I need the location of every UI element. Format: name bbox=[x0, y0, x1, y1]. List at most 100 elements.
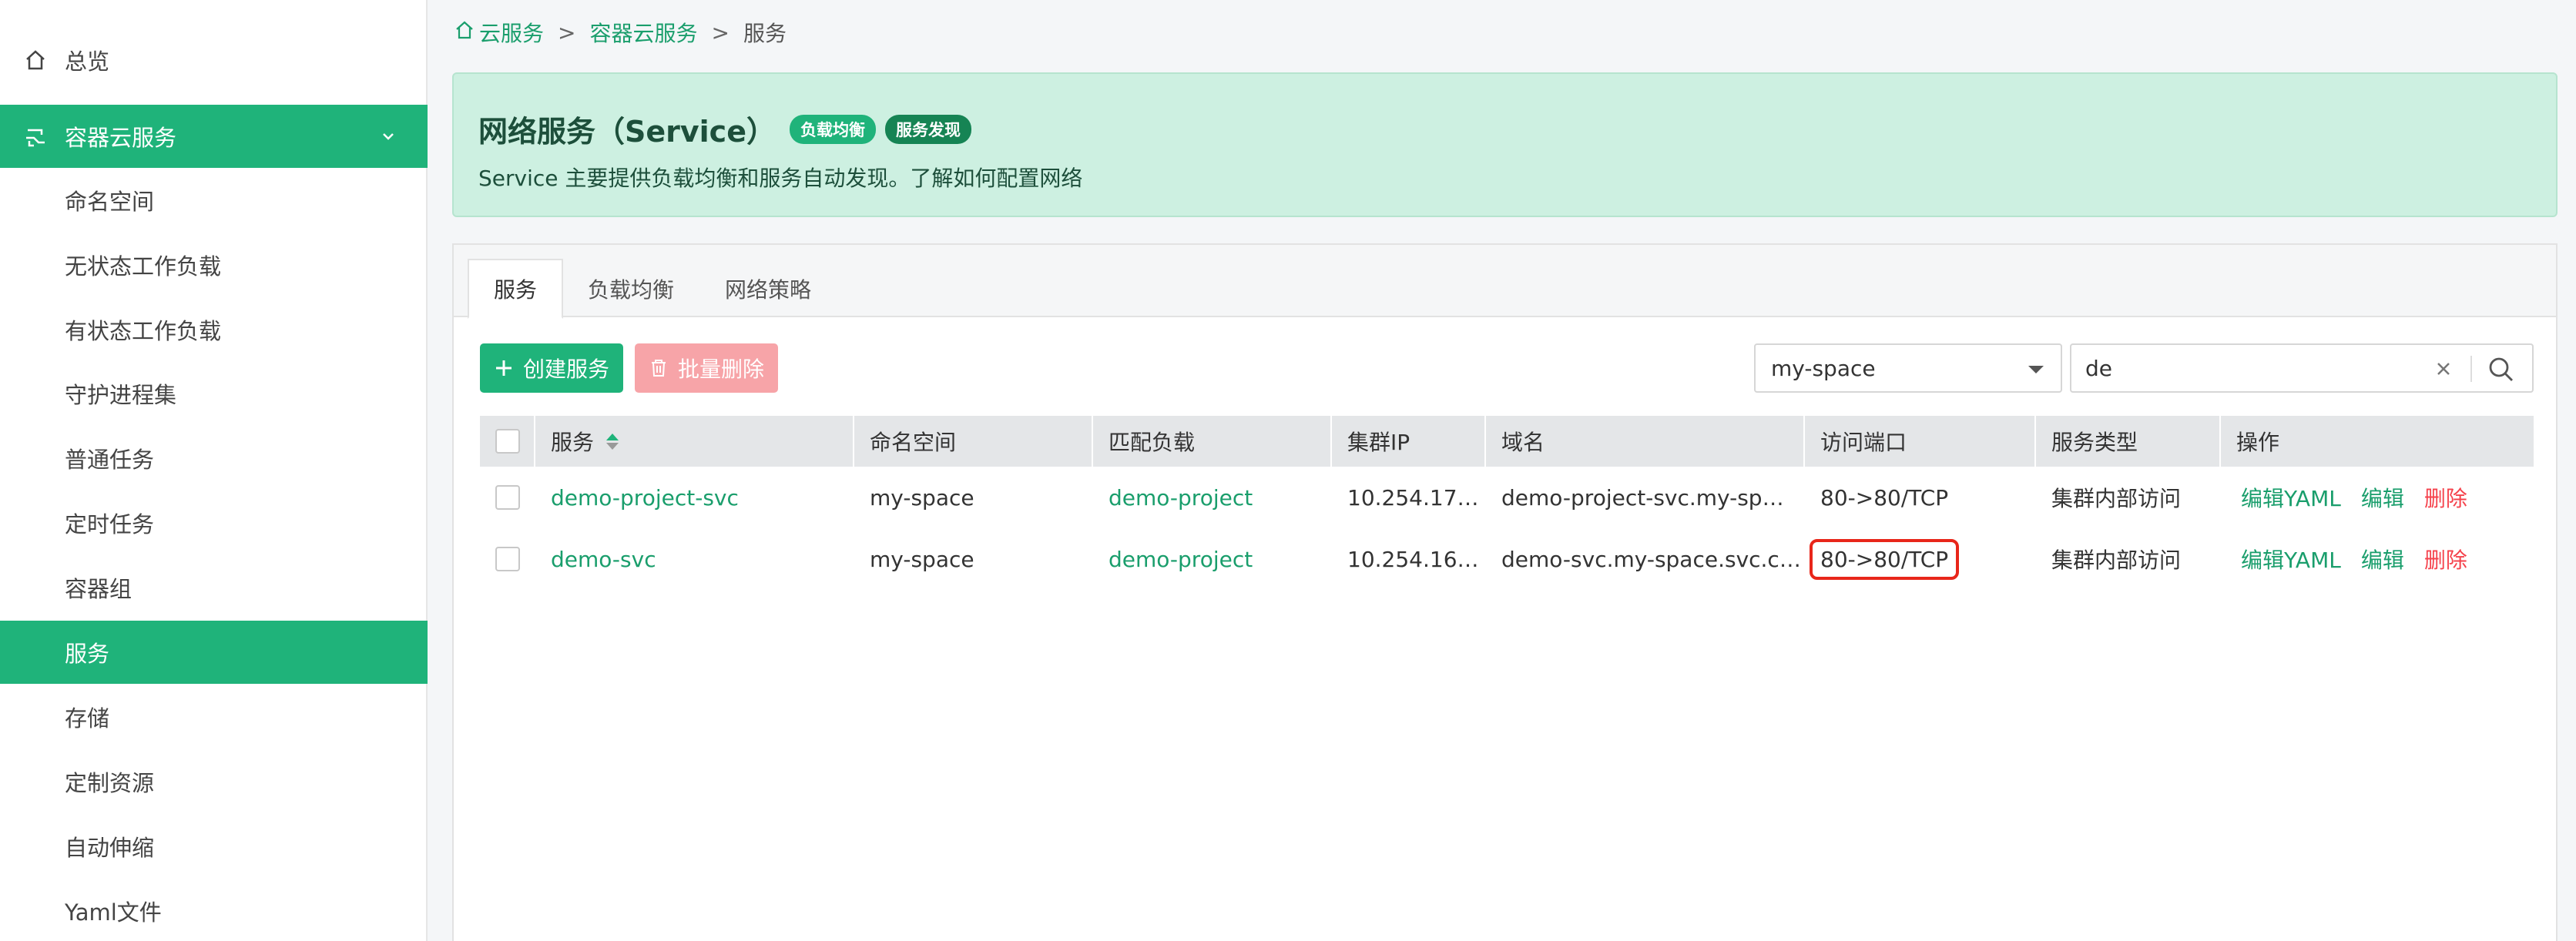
tab-load-balancer[interactable]: 负载均衡 bbox=[563, 259, 699, 319]
domain-cell: demo-project-svc.my-sp… bbox=[1501, 484, 1784, 511]
breadcrumb-current: 服务 bbox=[743, 21, 787, 46]
sidebar-item-label: 普通任务 bbox=[65, 447, 155, 473]
sidebar-item-autoscaling[interactable]: 自动伸缩 bbox=[0, 815, 428, 878]
sidebar-item-custom-resource[interactable]: 定制资源 bbox=[0, 750, 428, 813]
domain-cell: demo-svc.my-space.svc.c… bbox=[1501, 546, 1801, 572]
header-label: 域名 bbox=[1501, 430, 1545, 455]
cluster-ip-cell: 10.254.17… bbox=[1347, 484, 1479, 511]
sidebar-item-deployment[interactable]: 无状态工作负载 bbox=[0, 233, 428, 296]
search-input[interactable] bbox=[2085, 353, 2417, 383]
edit-yaml-link[interactable]: 编辑YAML bbox=[2241, 544, 2341, 574]
sidebar-item-label: 定制资源 bbox=[65, 770, 155, 796]
breadcrumb: 云服务 > 容器云服务 > 服务 bbox=[454, 17, 787, 48]
sidebar-item-label: 定时任务 bbox=[65, 511, 155, 537]
delete-link[interactable]: 删除 bbox=[2424, 482, 2467, 513]
search-divider bbox=[2470, 356, 2472, 382]
sidebar-item-statefulset[interactable]: 有状态工作负载 bbox=[0, 298, 428, 361]
actions-cell: 编辑YAML 编辑 删除 bbox=[2221, 467, 2534, 528]
edit-link[interactable]: 编辑 bbox=[2361, 482, 2404, 513]
page-title-text: 网络服务（Service） bbox=[478, 115, 776, 149]
port-highlight: 80->80/TCP bbox=[1810, 538, 1960, 580]
header-label: 操作 bbox=[2236, 430, 2280, 455]
header-port: 访问端口 bbox=[1805, 416, 2036, 467]
sidebar-item-label: 无状态工作负载 bbox=[65, 253, 222, 280]
table-header: 服务 命名空间 匹配负载 集群IP 域名 访问端口 服务类型 操作 bbox=[480, 416, 2534, 467]
row-checkbox[interactable] bbox=[495, 485, 520, 510]
header-namespace: 命名空间 bbox=[854, 416, 1093, 467]
create-service-button[interactable]: 创建服务 bbox=[480, 343, 623, 393]
header-service[interactable]: 服务 bbox=[535, 416, 854, 467]
sidebar-group-container-cloud[interactable]: 容器云服务 bbox=[0, 105, 428, 168]
workload-link[interactable]: demo-project bbox=[1093, 528, 1332, 590]
namespace-select[interactable]: my-space bbox=[1754, 343, 2062, 393]
breadcrumb-container-cloud[interactable]: 容器云服务 bbox=[589, 17, 697, 48]
delete-link[interactable]: 删除 bbox=[2424, 544, 2467, 574]
sidebar-item-storage[interactable]: 存储 bbox=[0, 685, 428, 748]
container-service-icon bbox=[20, 121, 51, 152]
banner-description: Service 主要提供负载均衡和服务自动发现。了解如何配置网络 bbox=[478, 166, 1083, 191]
sidebar-item-label: 有状态工作负载 bbox=[65, 318, 222, 344]
namespace-select-value: my-space bbox=[1771, 355, 1876, 381]
sidebar-item-label: 命名空间 bbox=[65, 189, 155, 215]
sort-icon[interactable] bbox=[606, 433, 619, 450]
actions-cell: 编辑YAML 编辑 删除 bbox=[2221, 528, 2534, 590]
tab-label: 网络策略 bbox=[725, 277, 812, 303]
sidebar-item-overview[interactable]: 总览 bbox=[0, 28, 428, 92]
tab-service[interactable]: 服务 bbox=[468, 259, 564, 319]
service-type-cell: 集群内部访问 bbox=[2051, 486, 2182, 511]
sidebar-item-service[interactable]: 服务 bbox=[0, 621, 428, 684]
row-checkbox-cell bbox=[480, 467, 535, 528]
trash-icon bbox=[649, 358, 669, 378]
sidebar-item-yaml[interactable]: Yaml文件 bbox=[0, 879, 428, 941]
edit-link[interactable]: 编辑 bbox=[2361, 544, 2404, 574]
header-checkbox-cell bbox=[480, 416, 535, 467]
breadcrumb-cloud-service[interactable]: 云服务 bbox=[479, 17, 544, 48]
cluster-ip-cell: 10.254.16… bbox=[1347, 546, 1479, 572]
service-name-link[interactable]: demo-svc bbox=[535, 528, 854, 590]
sidebar-item-job[interactable]: 普通任务 bbox=[0, 427, 428, 490]
search-icon[interactable] bbox=[2486, 354, 2517, 385]
tag-service-discovery: 服务发现 bbox=[884, 114, 971, 144]
sidebar: 总览 容器云服务 命名空间 无状态工作负载 有状态工作负载 守护进程集 普通任务… bbox=[0, 0, 428, 941]
header-label: 服务 bbox=[551, 430, 595, 455]
workload-link[interactable]: demo-project bbox=[1093, 467, 1332, 528]
content-panel: 服务 负载均衡 网络策略 创建服务 批量删除 my-space de 服务 命名… bbox=[452, 243, 2558, 941]
header-workload: 匹配负载 bbox=[1093, 416, 1332, 467]
tab-label: 负载均衡 bbox=[588, 277, 675, 303]
caret-down-icon bbox=[2028, 366, 2044, 373]
row-checkbox-cell bbox=[480, 528, 535, 590]
edit-yaml-link[interactable]: 编辑YAML bbox=[2241, 482, 2341, 513]
header-label: 访问端口 bbox=[1820, 430, 1907, 455]
home-icon bbox=[20, 45, 51, 75]
row-checkbox[interactable] bbox=[495, 547, 520, 571]
chevron-down-icon bbox=[377, 125, 400, 148]
sidebar-item-cronjob[interactable]: 定时任务 bbox=[0, 491, 428, 554]
header-domain: 域名 bbox=[1486, 416, 1805, 467]
service-table: 服务 命名空间 匹配负载 集群IP 域名 访问端口 服务类型 操作 demo-p… bbox=[480, 416, 2534, 590]
tab-bar: 服务 负载均衡 网络策略 bbox=[454, 245, 2556, 319]
tab-network-policy[interactable]: 网络策略 bbox=[700, 259, 836, 319]
close-icon[interactable] bbox=[2432, 357, 2455, 380]
port-cell: 80->80/TCP bbox=[1820, 484, 1949, 511]
port-cell: 80->80/TCP bbox=[1805, 528, 2036, 590]
sidebar-item-label: 服务 bbox=[65, 641, 110, 667]
sidebar-item-label: 自动伸缩 bbox=[65, 835, 155, 861]
sidebar-item-pod[interactable]: 容器组 bbox=[0, 556, 428, 619]
sidebar-item-namespace[interactable]: 命名空间 bbox=[0, 169, 428, 232]
batch-delete-button[interactable]: 批量删除 bbox=[635, 343, 778, 393]
header-label: 集群IP bbox=[1347, 430, 1410, 455]
header-label: 匹配负载 bbox=[1109, 430, 1196, 455]
home-icon[interactable] bbox=[454, 20, 475, 45]
plus-icon bbox=[494, 358, 514, 378]
header-service-type: 服务类型 bbox=[2036, 416, 2221, 467]
header-label: 命名空间 bbox=[870, 430, 957, 455]
select-all-checkbox[interactable] bbox=[495, 429, 520, 454]
breadcrumb-separator: > bbox=[558, 19, 576, 45]
table-row: demo-project-svc my-space demo-project 1… bbox=[480, 467, 2534, 528]
service-name-link[interactable]: demo-project-svc bbox=[535, 467, 854, 528]
sidebar-item-daemonset[interactable]: 守护进程集 bbox=[0, 362, 428, 425]
sidebar-item-label: Yaml文件 bbox=[65, 899, 162, 926]
create-service-label: 创建服务 bbox=[523, 357, 610, 382]
sidebar-item-label: 守护进程集 bbox=[65, 382, 177, 408]
service-type-cell: 集群内部访问 bbox=[2051, 548, 2182, 573]
